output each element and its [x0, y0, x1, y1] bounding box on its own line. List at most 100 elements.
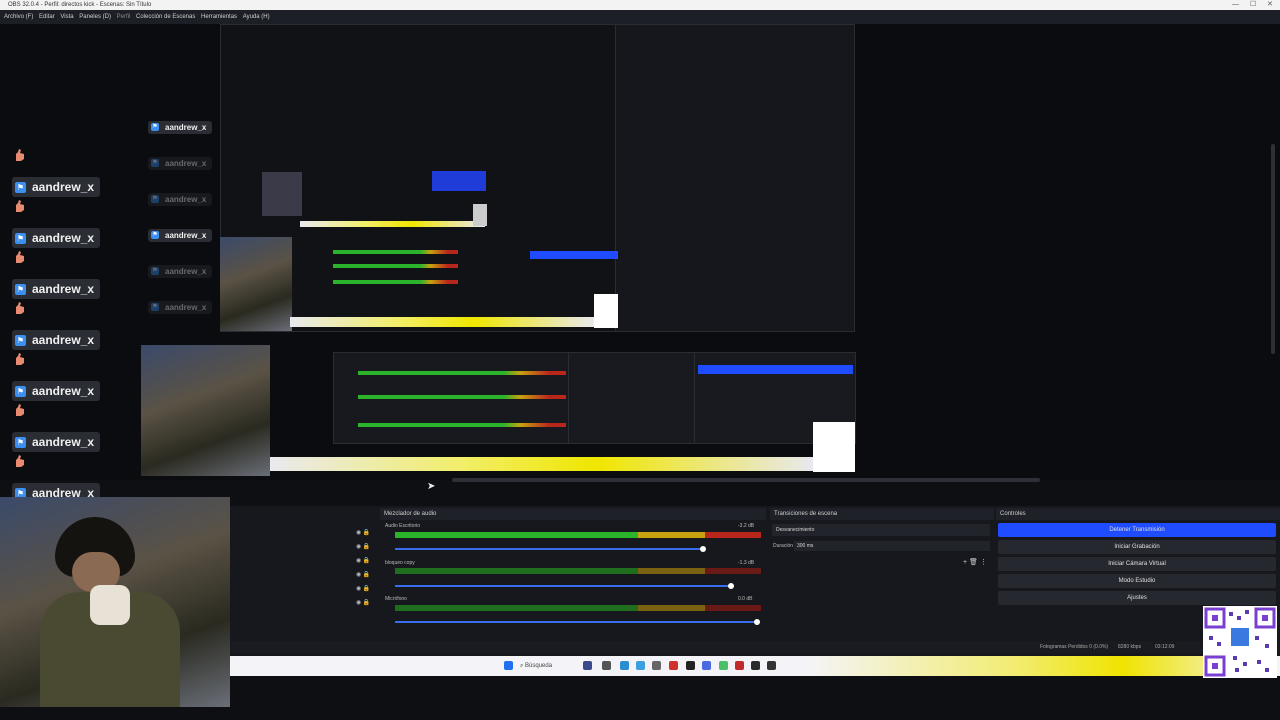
volume-slider-handle[interactable] [754, 619, 760, 625]
menu-item-editar[interactable]: Editar [39, 14, 55, 20]
mixer-meter [638, 605, 705, 611]
start-virtual-camera-button[interactable]: Iniciar Cámara Virtual [998, 557, 1276, 571]
mixer-meter [638, 568, 705, 574]
nested-qr-code-2 [813, 422, 855, 472]
menu-item-vista[interactable]: Vista [60, 14, 73, 20]
search-placeholder: Búsqueda [525, 663, 553, 669]
chat-item: ⚑ aandrew_x [12, 176, 101, 198]
menu-item-paneles[interactable]: Paneles (D) [79, 14, 111, 20]
chat-item: ⚑ aandrew_x [12, 431, 101, 453]
menu-item-archivo[interactable]: Archivo (F) [4, 14, 33, 20]
nested-chat-item: ⚑ aandrew_x [148, 120, 213, 134]
taskbar-app-icon[interactable] [652, 661, 661, 670]
taskbar-obs-icon[interactable] [751, 661, 760, 670]
webcam-overlay [0, 497, 230, 707]
search-icon: ⌕ [520, 663, 524, 669]
taskbar-app-icon[interactable] [735, 661, 744, 670]
mixer-channel-db: 0.0 dB [738, 596, 753, 602]
taskbar-brave-icon[interactable] [669, 661, 678, 670]
mixer-channel-db: -1.3 dB [738, 560, 755, 566]
nested-stop-button-2 [698, 365, 853, 374]
taskbar-app-icon[interactable] [767, 661, 776, 670]
bitrate: 8280 kbps [1118, 644, 1142, 650]
taskbar-search[interactable]: ⌕ Búsqueda [520, 660, 582, 672]
hand-sticker-icon [12, 301, 26, 315]
windows-start-icon[interactable] [504, 661, 513, 670]
nested-chat-item: ⚑ aandrew_x [148, 192, 213, 206]
nested-preview-right [615, 24, 855, 332]
chat-username: aandrew_x [32, 384, 95, 398]
hand-sticker-icon [12, 199, 26, 213]
taskbar-app-icon[interactable] [719, 661, 728, 670]
taskbar-app-icon[interactable] [702, 661, 711, 670]
nested-mixer-meter [358, 371, 566, 375]
stop-streaming-button[interactable]: Detener Transmisión [998, 523, 1276, 537]
taskbar-app-icon[interactable] [583, 661, 592, 670]
nested-transitions [568, 352, 695, 444]
title-bar: OBS 32.0.4 - Perfil: directos kick - Esc… [0, 0, 1280, 10]
nested-meter [333, 264, 458, 268]
menu-item-herramientas[interactable]: Herramientas [201, 14, 237, 20]
chat-username: aandrew_x [165, 194, 207, 204]
menu-item-perfil[interactable]: Perfil [117, 14, 131, 20]
volume-slider[interactable] [395, 548, 705, 550]
kick-icon: ⚑ [15, 385, 26, 397]
chat-username: aandrew_x [165, 230, 207, 240]
transitions-header: Transiciones de escena [770, 508, 994, 520]
close-icon[interactable]: ✕ [1267, 0, 1273, 10]
volume-slider[interactable] [395, 585, 730, 587]
menu-item-ayuda[interactable]: Ayuda (H) [243, 14, 270, 20]
kick-icon: ⚑ [15, 334, 26, 346]
nested-block [432, 171, 486, 191]
nested-taskbar-2 [270, 457, 816, 471]
taskbar-edge-icon[interactable] [620, 661, 629, 670]
kick-icon: ⚑ [151, 267, 159, 275]
minimize-icon[interactable]: — [1232, 0, 1239, 10]
vertical-scrollbar[interactable] [1271, 144, 1275, 354]
add-transition-icon[interactable]: + 🗑 ⋮ [963, 558, 987, 566]
nested-chat-item: ⚑ aandrew_x [148, 156, 213, 170]
chat-username: aandrew_x [32, 282, 95, 296]
chat-item: ⚑ aandrew_x [12, 329, 101, 351]
preview-canvas[interactable]: ⚑ aandrew_x ⚑ aandrew_x ⚑ aandrew_x ⚑ aandre… [0, 24, 1280, 503]
chat-item: ⚑ aandrew_x [12, 380, 101, 402]
kick-icon: ⚑ [15, 283, 26, 295]
kick-icon: ⚑ [151, 195, 159, 203]
chat-username: aandrew_x [165, 122, 207, 132]
nested-meter [333, 250, 458, 254]
stream-time: 03:12:09 [1155, 644, 1175, 650]
chat-item: ⚑ aandrew_x [12, 278, 101, 300]
chat-username: aandrew_x [32, 180, 95, 194]
mixer-mute-icons[interactable]: ◉ 🔒 ◉ 🔒 ◉ 🔒 ◉ 🔒 ◉ 🔒 ◉ 🔒 [356, 526, 376, 616]
volume-slider-handle[interactable] [700, 546, 706, 552]
transition-select[interactable]: Desvanecimiento [772, 524, 990, 536]
taskbar: ⌕ Búsqueda [230, 656, 1280, 676]
mouse-cursor-icon: ➤ [427, 481, 436, 492]
menu-item-coleccion[interactable]: Colección de Escenas [136, 14, 195, 20]
horizontal-scrollbar[interactable] [452, 478, 1040, 482]
studio-mode-button[interactable]: Modo Estudio [998, 574, 1276, 588]
nested-taskbar-small [300, 221, 485, 227]
hand-sticker-icon [12, 250, 26, 264]
settings-button[interactable]: Ajustes [998, 591, 1276, 605]
mixer-meter [638, 532, 705, 538]
nested-chat-item: ⚑ aandrew_x [148, 300, 213, 314]
chat-username: aandrew_x [32, 435, 95, 449]
chat-username: aandrew_x [165, 158, 207, 168]
volume-slider-handle[interactable] [728, 583, 734, 589]
mixer-meter [395, 605, 638, 611]
duration-input[interactable]: 300 ms [794, 541, 990, 551]
mixer-meter [395, 532, 638, 538]
kick-icon: ⚑ [15, 436, 26, 448]
dropped-frames: Fotogramas Perdidos 0 (0.0%) [1040, 644, 1109, 650]
maximize-icon[interactable]: ☐ [1250, 0, 1256, 10]
volume-slider[interactable] [395, 621, 757, 623]
taskbar-app-icon[interactable] [686, 661, 695, 670]
menu-bar: Archivo (F) Editar Vista Paneles (D) Per… [0, 10, 1280, 24]
nested-chat-item: ⚑ aandrew_x [148, 264, 213, 278]
taskbar-app-icon[interactable] [636, 661, 645, 670]
taskbar-app-icon[interactable] [602, 661, 611, 670]
qr-code [1203, 606, 1277, 678]
nested-taskbar [290, 317, 596, 327]
start-recording-button[interactable]: Iniciar Grabación [998, 540, 1276, 554]
